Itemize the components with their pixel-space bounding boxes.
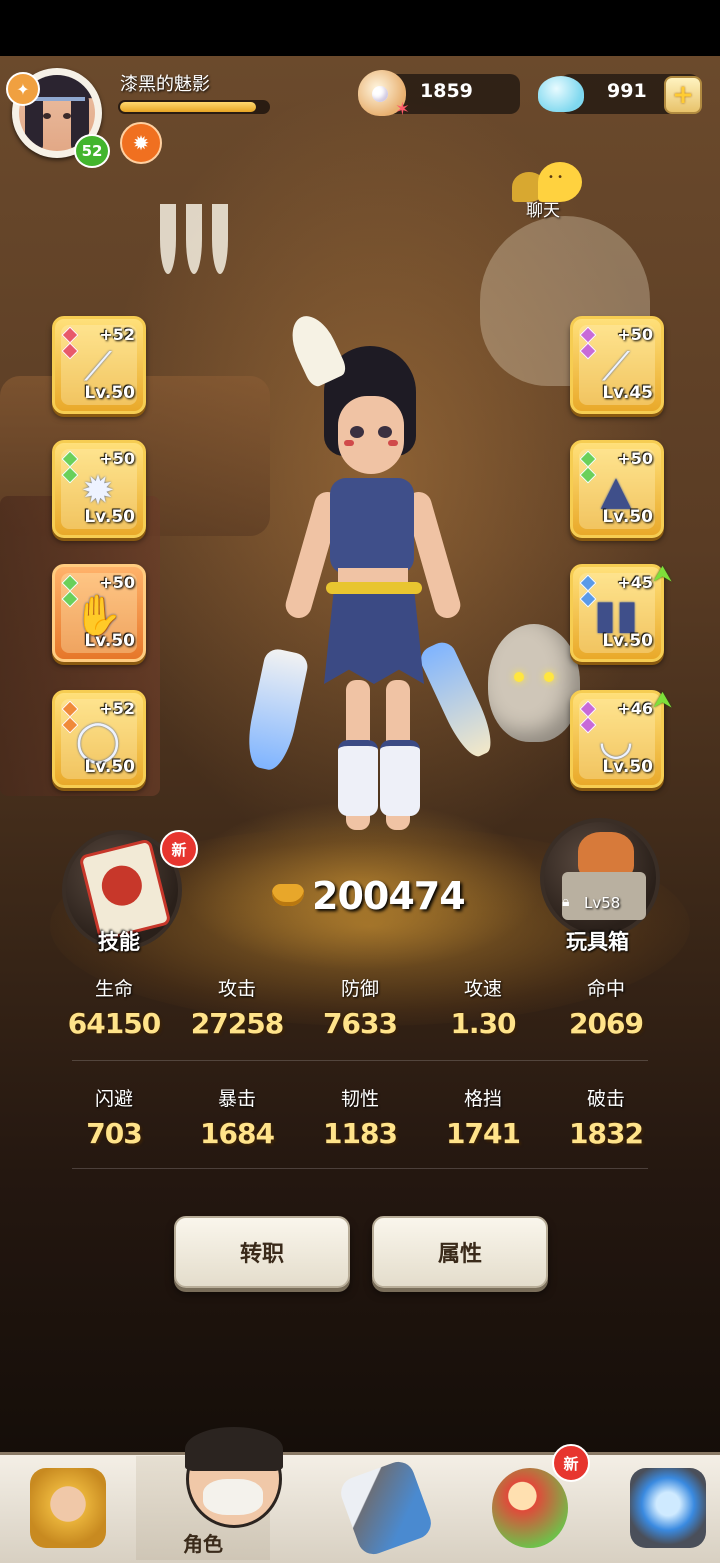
hanging-tooth	[212, 204, 228, 274]
pet-new-badge: 新	[552, 1444, 590, 1482]
stat-penetration: 破击 1832	[569, 1088, 644, 1150]
title-badge-icon[interactable]: ✹	[120, 122, 162, 164]
stat-block: 格挡 1741	[446, 1088, 521, 1150]
equip-slot-gauntlet[interactable]: ✋ +50 Lv.50	[52, 564, 146, 662]
nav-tab-camp[interactable]	[0, 1456, 134, 1560]
exp-bar	[118, 100, 270, 114]
hanging-tooth	[160, 204, 176, 274]
stat-accuracy: 命中 2069	[569, 978, 644, 1040]
equip-slot-necklace[interactable]: ◡ +46 Lv.50 ⮝	[570, 687, 671, 788]
equip-slot-dagger[interactable]: ⟋ +50 Lv.45	[570, 316, 664, 414]
item-level: Lv.50	[84, 757, 135, 777]
stats-row-secondary: 闪避 703 暴击 1684 韧性 1183 格挡 1741 破击 1832	[52, 1084, 668, 1174]
upgrade-arrow-icon: ⮝	[654, 561, 671, 585]
enhance-level: +52	[99, 699, 135, 718]
combat-power: 200474	[312, 874, 466, 918]
toybox-level: Lv58	[584, 894, 621, 912]
enhance-level: +50	[617, 449, 653, 468]
equip-slot-armor[interactable]: ✹ +50 Lv.50	[52, 440, 146, 538]
stat-attack-speed: 攻速 1.30	[450, 978, 516, 1040]
gem-icon	[538, 76, 584, 112]
stat-attack: 攻击 27258	[190, 978, 284, 1040]
character-icon	[185, 1427, 283, 1528]
equip-slot-leg-guard[interactable]: ▮▮ +45 Lv.50 ⮝	[570, 561, 671, 662]
item-level: Lv.50	[84, 383, 135, 403]
exp-bar-fill	[120, 102, 256, 112]
stats-divider	[72, 1168, 648, 1169]
equip-slot-weapon[interactable]: ⟋ +52 Lv.50	[52, 316, 146, 414]
stats-divider	[72, 1060, 648, 1061]
item-level: Lv.50	[602, 507, 653, 527]
right-claw	[416, 638, 500, 762]
item-level: Lv.50	[602, 631, 653, 651]
character-model[interactable]	[242, 308, 500, 850]
hanging-tooth	[186, 204, 202, 274]
new-badge: 新	[160, 830, 198, 868]
add-gems-button[interactable]: +	[664, 76, 702, 114]
enhance-level: +45	[617, 573, 653, 592]
item-level: Lv.50	[84, 631, 135, 651]
nav-tab-weapon[interactable]	[318, 1456, 452, 1560]
toybox-button[interactable]: 🔒︎ Lv58	[540, 818, 660, 938]
class-transfer-button[interactable]: 转职	[174, 1216, 350, 1288]
shell-count: 1859	[420, 80, 473, 102]
gem-count: 991	[607, 80, 647, 102]
status-bar	[0, 0, 720, 56]
enhance-level: +52	[99, 325, 135, 344]
caveman-icon	[30, 1468, 106, 1548]
stats-row-primary: 生命 64150 攻击 27258 防御 7633 攻速 1.30 命中 2069	[52, 974, 668, 1064]
nav-tab-portal[interactable]	[600, 1456, 720, 1560]
player-level-badge: 52	[74, 134, 110, 168]
stat-dodge: 闪避 703	[86, 1088, 142, 1150]
settings-badge-icon[interactable]: ✦	[6, 72, 40, 106]
toybox-label: 玩具箱	[566, 930, 629, 954]
stat-toughness: 韧性 1183	[323, 1088, 398, 1150]
egg-decoration	[488, 624, 580, 742]
item-level: Lv.50	[602, 757, 653, 777]
item-level: Lv.50	[84, 507, 135, 527]
plus-icon: +	[672, 80, 694, 110]
left-claw	[242, 646, 310, 774]
stat-crit: 暴击 1684	[200, 1088, 275, 1150]
upgrade-arrow-icon: ⮝	[654, 687, 671, 711]
enhance-level: +50	[617, 325, 653, 344]
player-name: 漆黑的魅影	[120, 74, 210, 95]
chat-button[interactable]: 聊天	[512, 160, 592, 221]
equip-slot-hood[interactable]: ▲ +50 Lv.50	[570, 440, 664, 538]
enhance-level: +46	[617, 699, 653, 718]
shell-pearl-icon: ✶	[358, 70, 410, 120]
chat-label: 聊天	[526, 201, 560, 221]
pet-icon	[492, 1468, 568, 1548]
item-level: Lv.45	[602, 383, 653, 403]
portal-icon	[630, 1468, 706, 1548]
equip-slot-ring[interactable]: ◯ +52 Lv.50	[52, 690, 146, 788]
attributes-button[interactable]: 属性	[372, 1216, 548, 1288]
stat-hp: 生命 64150	[67, 978, 161, 1040]
skill-label: 技能	[98, 930, 140, 954]
stat-defense: 防御 7633	[323, 978, 398, 1040]
weapon-icon	[336, 1457, 436, 1559]
enhance-level: +50	[99, 573, 135, 592]
character-face	[338, 396, 404, 474]
lock-icon: 🔒︎	[562, 894, 570, 910]
combat-power-icon	[270, 878, 306, 912]
nav-tab-label: 角色	[183, 1532, 223, 1556]
enhance-level: +50	[99, 449, 135, 468]
